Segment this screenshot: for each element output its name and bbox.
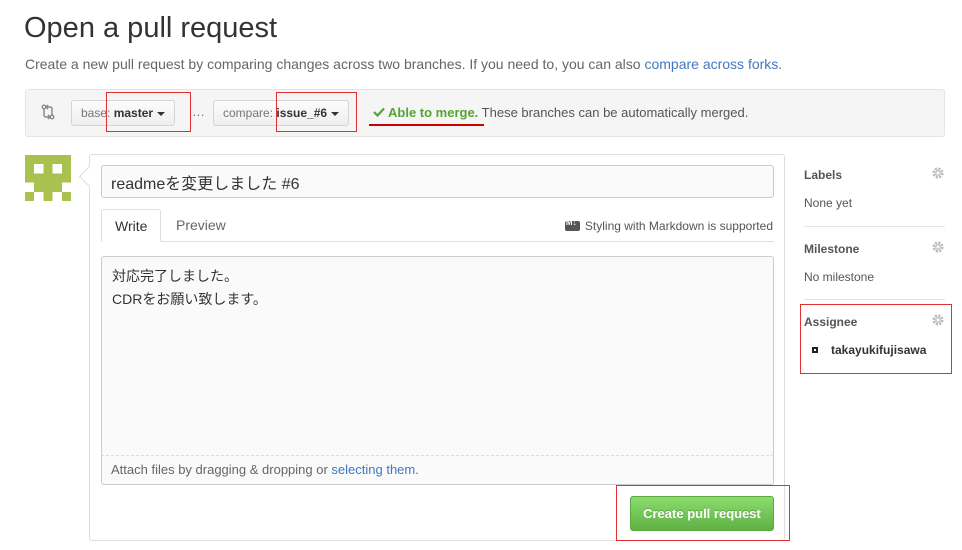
pr-title-input[interactable] [101,165,774,198]
page-title: Open a pull request [24,12,278,44]
gear-icon[interactable] [931,240,945,259]
labels-value: None yet [804,196,853,210]
pull-request-form: Write Preview Styling with Markdown is s… [89,154,785,541]
chevron-down-icon [157,111,166,116]
merge-status: Able to merge. These branches can be aut… [373,105,748,120]
chevron-down-icon [331,111,340,116]
create-pull-request-button[interactable]: Create pull request [630,496,774,531]
tab-preview[interactable]: Preview [163,209,239,242]
user-avatar [25,155,71,201]
compare-range-bar: base: master … compare: issue_#6 Able to… [25,89,945,137]
range-separator: … [192,104,205,119]
subtitle-text: Create a new pull request by comparing c… [25,56,645,72]
gear-icon[interactable] [931,313,945,332]
compare-across-forks-link[interactable]: compare across forks [644,56,778,72]
git-compare-icon [40,104,56,125]
subtitle-end: . [778,56,783,72]
assignee-name: takayukifujisawa [831,343,927,357]
markdown-icon [564,218,580,231]
annotation-underline [369,124,484,126]
compare-branch-name: issue_#6 [276,106,328,120]
labels-heading: Labels [804,168,843,182]
sidebar-milestone: Milestone No milestone [804,240,945,284]
sidebar-divider [804,299,945,300]
milestone-value: No milestone [804,270,875,284]
assignee-user[interactable]: takayukifujisawa [804,343,945,357]
milestone-heading: Milestone [804,242,860,256]
sidebar-divider [804,226,945,227]
merge-status-text: These branches can be automatically merg… [478,105,749,120]
gear-icon[interactable] [931,166,945,185]
compare-prefix: compare: [223,106,277,120]
merge-ok-label: Able to merge. [388,105,479,120]
base-branch-selector[interactable]: base: master [71,100,176,126]
attach-files-bar: Attach files by dragging & dropping or s… [101,456,774,485]
base-branch-name: master [113,106,154,120]
check-icon [373,105,388,120]
markdown-hint[interactable]: Styling with Markdown is supported [564,218,773,233]
select-files-link[interactable]: selecting them [331,462,415,477]
page-subtitle: Create a new pull request by comparing c… [25,56,782,72]
compare-branch-selector[interactable]: compare: issue_#6 [213,100,350,126]
markdown-hint-text: Styling with Markdown is supported [584,219,773,233]
attach-text: Attach files by dragging & dropping or [111,462,332,477]
pr-body-textarea[interactable]: 対応完了しました。 CDRをお願い致します。 [101,256,774,456]
base-prefix: base: [81,106,114,120]
assignee-avatar [810,344,820,355]
tab-write[interactable]: Write [101,209,162,242]
assignee-heading: Assignee [804,315,858,329]
attach-end: . [415,462,419,477]
sidebar-labels: Labels None yet [804,166,945,210]
sidebar-assignee: Assignee takayukifujisawa [804,313,945,357]
